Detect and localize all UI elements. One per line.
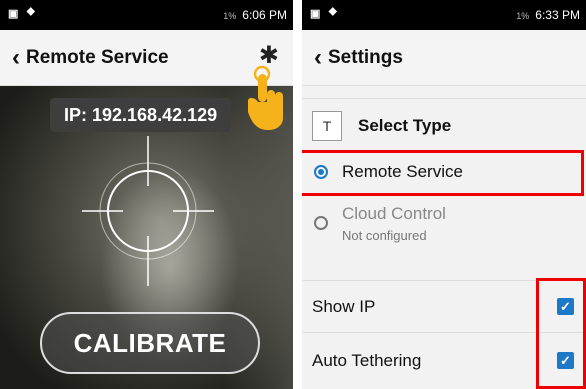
highlight-remote-service: [302, 150, 584, 196]
setting-label: Auto Tethering: [312, 351, 422, 370]
ip-address-badge: IP: 192.168.42.129: [50, 98, 232, 132]
page-title: Settings: [328, 46, 403, 68]
chevron-left-icon[interactable]: ‹: [12, 45, 20, 70]
status-time: 6:33 PM: [535, 8, 580, 22]
chevron-left-icon[interactable]: ‹: [314, 45, 322, 70]
notification-icon: ▣: [310, 8, 321, 20]
battery-level: 1%: [516, 11, 530, 21]
option-label: Cloud Control: [342, 203, 446, 223]
radio-unselected-icon[interactable]: [314, 216, 328, 230]
usb-icon: ⯁: [26, 7, 36, 19]
text-type-icon: T: [312, 111, 342, 141]
calibrate-button[interactable]: CALIBRATE: [40, 312, 260, 374]
settings-screen: ▣ ⯁ 1% 6:33 PM ‹ Settings T Select Type …: [302, 0, 586, 389]
pointing-hand-icon: [248, 65, 283, 130]
highlight-checkboxes: [536, 278, 586, 389]
usb-icon: ⯁: [328, 7, 338, 19]
remote-service-screen: ▣ ⯁ 1% 6:06 PM ‹ Remote Service ✱ IP: 19…: [0, 0, 293, 389]
battery-level: 1%: [223, 11, 237, 21]
section-title: Select Type: [358, 116, 452, 135]
status-bar: ▣ ⯁ 1% 6:33 PM: [302, 0, 586, 30]
notification-icon: ▣: [8, 8, 19, 20]
select-type-header: T Select Type: [302, 98, 586, 153]
option-subtitle: Not configured: [342, 227, 427, 243]
page-title: Remote Service: [26, 46, 169, 68]
status-time: 6:06 PM: [242, 8, 287, 22]
app-bar: ‹ Settings: [302, 30, 586, 86]
setting-label: Show IP: [312, 296, 376, 316]
status-bar: ▣ ⯁ 1% 6:06 PM: [0, 0, 293, 30]
option-cloud-control[interactable]: Cloud Control Not configured: [302, 191, 586, 255]
